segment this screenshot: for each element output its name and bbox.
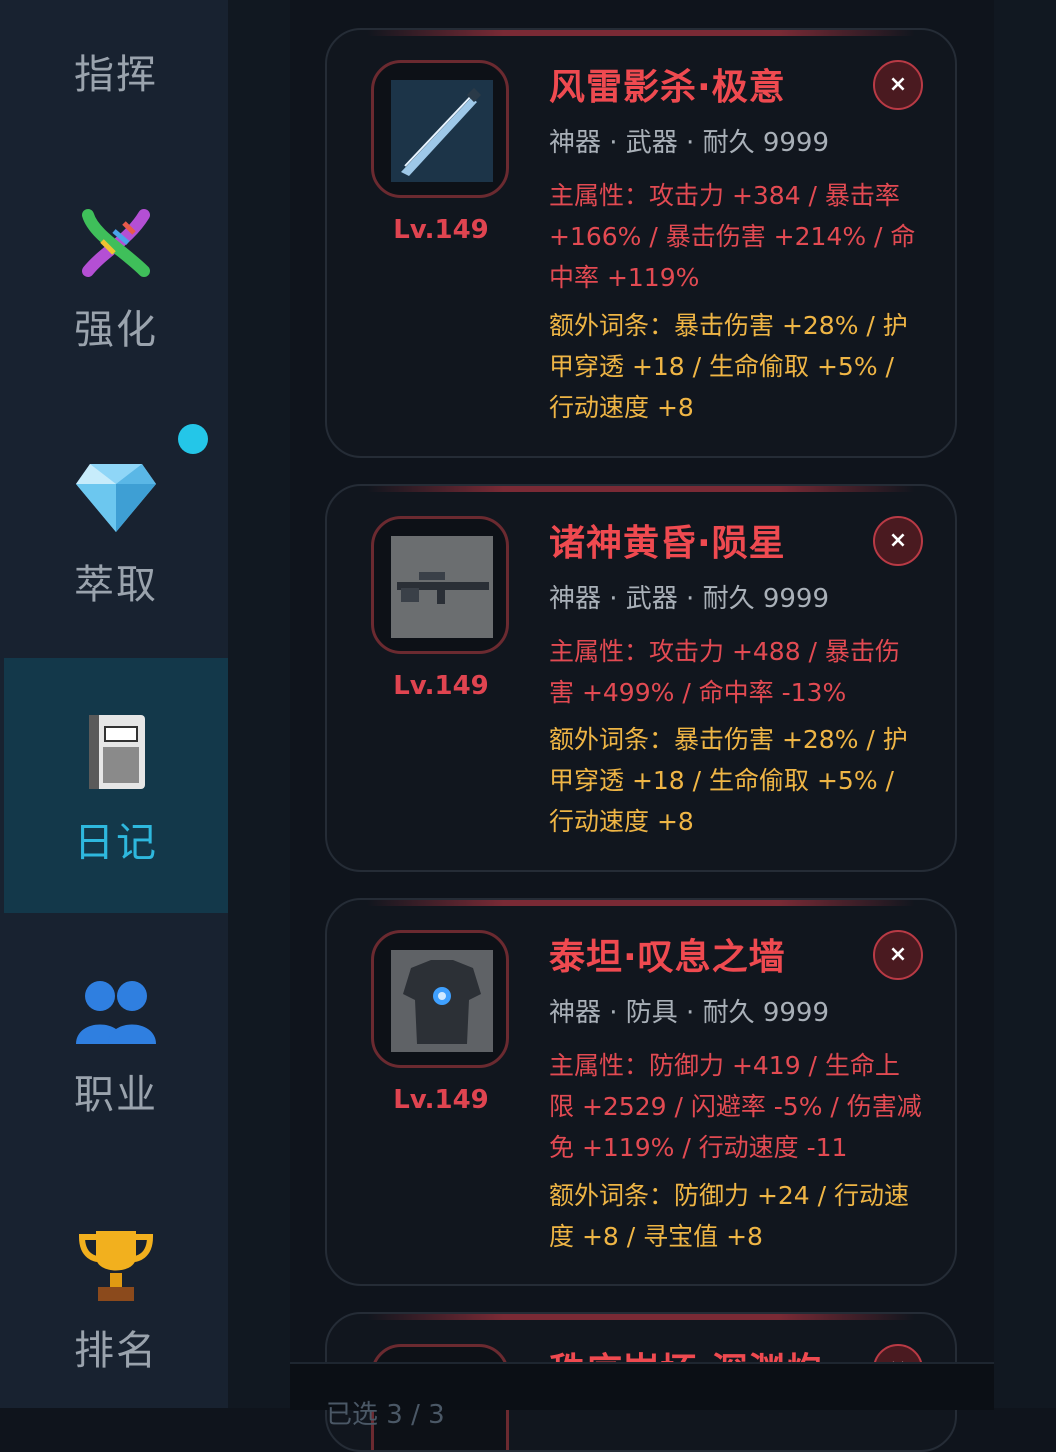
- sidebar-item-label: 指挥: [74, 52, 158, 98]
- remove-button[interactable]: ×: [873, 930, 923, 980]
- item-card[interactable]: Lv.149 风雷影杀·极意 × 神器 · 武器 · 耐久 9999 主属性：攻…: [325, 28, 957, 458]
- item-thumbnail: [371, 516, 509, 654]
- dna-icon: [4, 193, 228, 285]
- item-thumbnail: [371, 60, 509, 198]
- notebook-icon: [4, 702, 228, 792]
- sidebar-divider: [228, 0, 290, 1408]
- item-meta: 神器 · 武器 · 耐久 9999: [549, 128, 830, 158]
- item-card[interactable]: Lv.149 诸神黄昏·陨星 × 神器 · 武器 · 耐久 9999 主属性：攻…: [325, 484, 957, 872]
- sidebar-item-label: 日记: [74, 820, 158, 866]
- selected-count: 已选 3 / 3: [326, 1400, 445, 1430]
- item-meta: 神器 · 武器 · 耐久 9999: [549, 584, 830, 614]
- sidebar-item-label: 萃取: [74, 562, 158, 608]
- item-name: 泰坦·叹息之墙: [549, 937, 786, 978]
- remove-button[interactable]: ×: [873, 60, 923, 110]
- notification-dot: [178, 424, 208, 454]
- remove-button[interactable]: ×: [873, 516, 923, 566]
- people-icon: [4, 962, 228, 1052]
- sidebar-item-ranking[interactable]: 排名: [4, 1176, 228, 1431]
- item-meta: 神器 · 防具 · 耐久 9999: [549, 998, 830, 1028]
- item-name: 风雷影杀·极意: [549, 67, 786, 108]
- sidebar-item-label: 排名: [74, 1328, 158, 1374]
- sidebar-item-label: 强化: [74, 307, 158, 353]
- sidebar: 指挥 强化 萃取 日记 职业 排名: [0, 0, 228, 1408]
- item-level: Lv.149: [393, 215, 489, 245]
- item-level: Lv.149: [393, 671, 489, 701]
- item-extra-stat: 额外词条：防御力 +24 / 行动速度 +8 / 寻宝值 +8: [549, 1181, 910, 1251]
- sidebar-item-label: 职业: [74, 1072, 158, 1118]
- item-card[interactable]: Lv.149 泰坦·叹息之墙 × 神器 · 防具 · 耐久 9999 主属性：防…: [325, 898, 957, 1286]
- blade-icon: [391, 80, 493, 182]
- close-icon: ×: [888, 72, 908, 97]
- armor-icon: [391, 950, 493, 1052]
- item-level: Lv.149: [393, 1085, 489, 1115]
- sidebar-item-profession[interactable]: 职业: [4, 920, 228, 1175]
- item-main-stat: 主属性：攻击力 +488 / 暴击伤害 +499% / 命中率 -13%: [549, 637, 900, 707]
- sidebar-item-command[interactable]: 指挥: [4, 0, 228, 155]
- right-edge: [994, 0, 1056, 1408]
- item-extra-stat: 额外词条：暴击伤害 +28% / 护甲穿透 +18 / 生命偷取 +5% / 行…: [549, 311, 908, 422]
- sidebar-item-enhance[interactable]: 强化: [4, 155, 228, 410]
- close-icon: ×: [888, 528, 908, 553]
- item-main-stat: 主属性：攻击力 +384 / 暴击率 +166% / 暴击伤害 +214% / …: [549, 181, 916, 292]
- sidebar-item-diary[interactable]: 日记: [4, 658, 228, 913]
- close-icon: ×: [888, 942, 908, 967]
- item-extra-stat: 额外词条：暴击伤害 +28% / 护甲穿透 +18 / 生命偷取 +5% / 行…: [549, 725, 908, 836]
- selection-footer: 已选 3 / 3: [290, 1362, 994, 1430]
- sniper-rifle-icon: [391, 536, 493, 638]
- trophy-icon: [4, 1216, 228, 1306]
- item-main-stat: 主属性：防御力 +419 / 生命上限 +2529 / 闪避率 -5% / 伤害…: [549, 1051, 922, 1162]
- item-name: 诸神黄昏·陨星: [549, 523, 786, 564]
- item-thumbnail: [371, 930, 509, 1068]
- gem-icon: [4, 448, 228, 538]
